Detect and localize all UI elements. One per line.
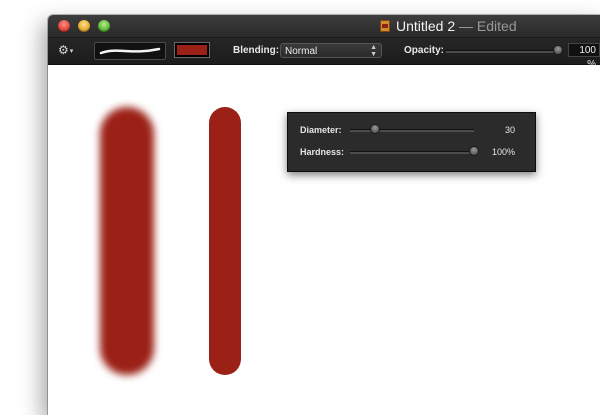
brush-toolbar: ⚙▾ Blending: Normal ▲▼ Opacity: 100 % [48,38,600,70]
document-icon [380,20,390,32]
diameter-slider-knob[interactable] [369,124,380,134]
minimize-button[interactable] [78,20,90,32]
action-menu-button[interactable]: ⚙▾ [58,43,73,59]
hardness-label: Hardness: [300,147,345,157]
window-title: Untitled 2 — Edited [380,18,517,34]
blending-select[interactable]: Normal ▲ ▼ [280,43,382,58]
chevron-down-icon: ▾ [69,48,74,55]
opacity-slider-knob[interactable] [553,45,563,55]
color-swatch [177,45,207,55]
brush-color-well[interactable] [174,42,210,58]
blending-value: Normal [285,46,318,57]
gear-icon: ⚙ [58,43,69,57]
brush-stroke-preview-icon [99,47,161,55]
zoom-button[interactable] [98,20,110,32]
opacity-slider-track[interactable] [446,50,558,53]
document-name: Untitled 2 [396,18,456,34]
opacity-label: Opacity: [404,45,445,56]
close-button[interactable] [58,20,70,32]
soft-brush-stroke [100,107,154,375]
title-bar[interactable]: Untitled 2 — Edited [48,15,600,38]
brush-preview-button[interactable] [94,42,166,60]
hardness-slider-track[interactable] [350,151,474,154]
edited-indicator: — Edited [459,18,517,34]
select-arrows-icon: ▲ ▼ [370,44,377,58]
hardness-slider-knob[interactable] [469,146,479,156]
opacity-value-field[interactable]: 100 % [568,43,600,70]
brush-settings-hud: Diameter: 30 Hardness: 100% [287,112,536,172]
diameter-label: Diameter: [300,125,342,135]
blending-label: Blending: [233,45,280,56]
diameter-value: 30 [504,125,515,135]
hardness-value: 100% [491,147,515,157]
diameter-slider-track[interactable] [350,129,474,132]
hard-brush-stroke [209,107,241,375]
